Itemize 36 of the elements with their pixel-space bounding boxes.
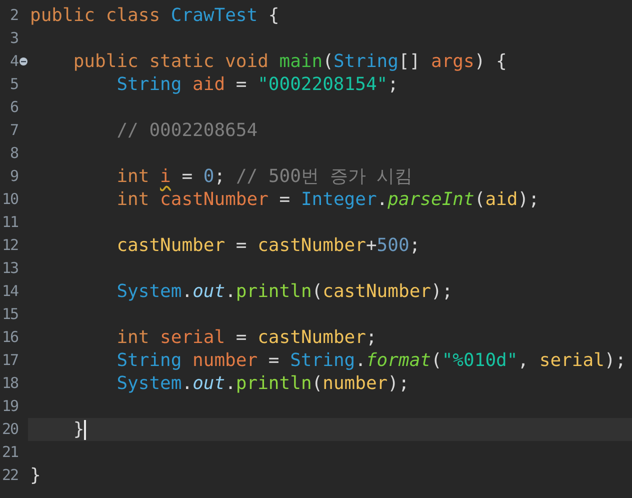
line-number: 4 <box>8 51 18 72</box>
line-number: 20 <box>0 419 18 440</box>
line-number: 19 <box>0 396 18 417</box>
line-number: 5 <box>8 74 18 95</box>
code-line: System.out.println(castNumber); <box>116 280 453 303</box>
code-line: } <box>30 464 41 487</box>
line-number: 8 <box>8 143 18 164</box>
line-number: 3 <box>8 28 18 49</box>
code-line: public static void main(String[] args) { <box>73 50 507 73</box>
code-line: castNumber = castNumber+500; <box>116 234 420 257</box>
line-number: 11 <box>0 212 18 233</box>
line-number: 18 <box>0 373 18 394</box>
code-line: // 0002208654 <box>116 119 258 142</box>
line-number: 14 <box>0 281 18 302</box>
text-cursor <box>84 420 86 440</box>
code-line: String aid = "0002208154"; <box>116 73 398 96</box>
line-number: 6 <box>8 97 18 118</box>
line-number: 15 <box>0 304 18 325</box>
line-number: 7 <box>8 120 18 141</box>
code-line: int i = 0; // 500번 증가 시킴 <box>116 165 413 188</box>
line-number: 13 <box>0 258 18 279</box>
code-line: int castNumber = Integer.parseInt(aid); <box>116 188 540 211</box>
line-number: 22 <box>0 465 18 486</box>
code-line: System.out.println(number); <box>116 372 410 395</box>
line-number: 17 <box>0 350 18 371</box>
code-line: public class CrawTest { <box>30 4 280 27</box>
line-number: 21 <box>0 442 18 463</box>
line-number: 9 <box>8 166 18 187</box>
line-number: 12 <box>0 235 18 256</box>
line-number: 2 <box>8 5 18 26</box>
line-number: 10 <box>0 189 18 210</box>
code-line: } <box>73 418 84 441</box>
code-line: String number = String.format("%010d", serial); <box>116 349 626 372</box>
line-number: 16 <box>0 327 18 348</box>
code-line: int serial = castNumber; <box>116 326 377 349</box>
collapse-icon[interactable] <box>18 57 28 66</box>
